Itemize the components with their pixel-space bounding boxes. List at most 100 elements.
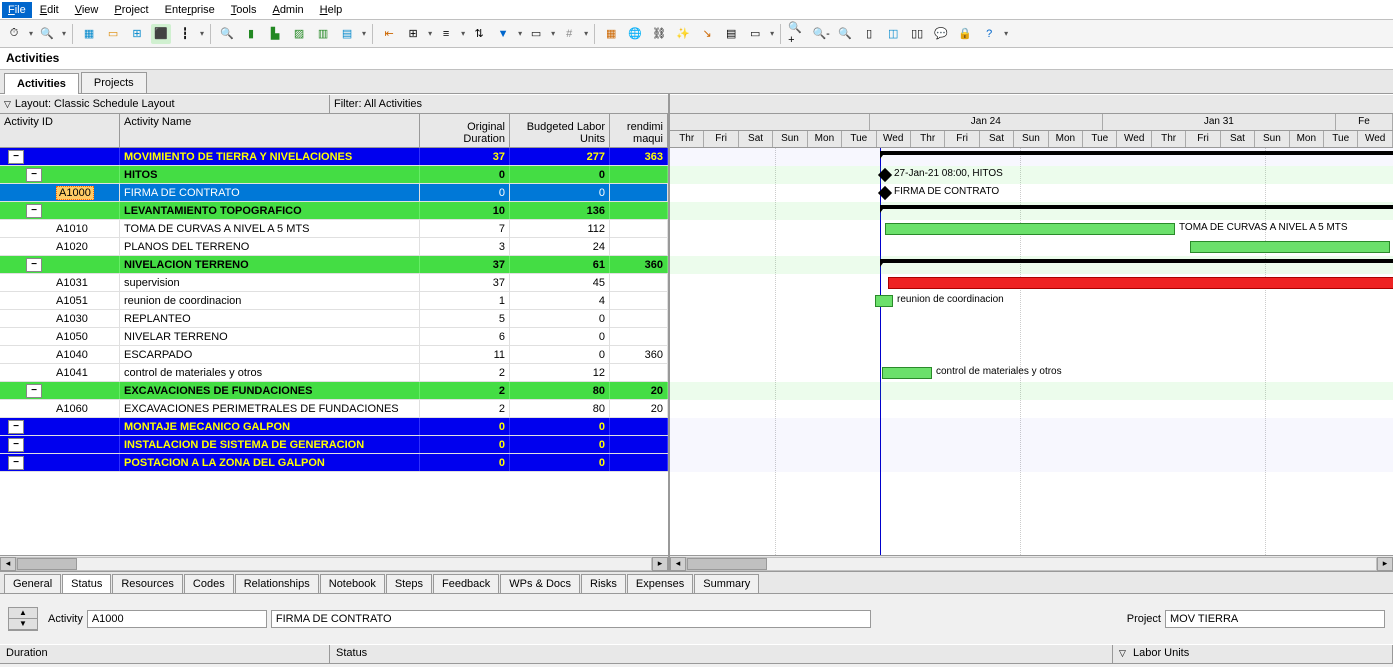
cell-name[interactable]: INSTALACION DE SISTEMA DE GENERACION	[120, 436, 420, 453]
cell-name[interactable]: HITOS	[120, 166, 420, 183]
tab-projects[interactable]: Projects	[81, 72, 147, 93]
cell-id[interactable]: −	[0, 382, 120, 399]
gantt-bar[interactable]	[882, 367, 932, 379]
table-row[interactable]: A1030REPLANTEO50	[0, 310, 668, 328]
cell-id[interactable]: −	[0, 202, 120, 219]
layout-icon[interactable]: ⬛	[151, 24, 171, 44]
magic-icon[interactable]: ✨	[673, 24, 693, 44]
gantt-bar[interactable]	[880, 259, 1393, 263]
cell-name[interactable]: MONTAJE MECANICO GALPON	[120, 418, 420, 435]
gantt-chart[interactable]: 27-Jan-21 08:00, HITOSFIRMA DE CONTRATO0…	[670, 148, 1393, 555]
cell-name[interactable]: NIVELAR TERRENO	[120, 328, 420, 345]
menu-file[interactable]: File	[2, 2, 32, 18]
cell-id[interactable]: −	[0, 454, 120, 471]
help-icon[interactable]: ?	[979, 24, 999, 44]
marks-icon[interactable]: ┇	[175, 24, 195, 44]
chart-step-icon[interactable]: ▙	[265, 24, 285, 44]
cell-id[interactable]: A1060	[0, 400, 120, 417]
globe-icon[interactable]: 🌐	[625, 24, 645, 44]
cell-id[interactable]: A1010	[0, 220, 120, 237]
table-row[interactable]: A1051reunion de coordinacion14	[0, 292, 668, 310]
collapse-icon[interactable]: −	[8, 456, 24, 470]
collapse-icon[interactable]: −	[26, 384, 42, 398]
cell-id[interactable]: A1041	[0, 364, 120, 381]
table-row[interactable]: A1020PLANOS DEL TERRENO324	[0, 238, 668, 256]
col-activity-id[interactable]: Activity ID	[0, 114, 120, 147]
gantt-bar[interactable]	[888, 277, 1393, 289]
indent-icon[interactable]: ≡	[436, 24, 456, 44]
scroll-right-icon[interactable]: ▸	[652, 557, 668, 571]
table-row[interactable]: −HITOS00	[0, 166, 668, 184]
cell-id[interactable]: A1051	[0, 292, 120, 309]
gantt-bar[interactable]	[875, 295, 893, 307]
table-row[interactable]: −POSTACION A LA ZONA DEL GALPON00	[0, 454, 668, 472]
collapse-icon[interactable]: −	[8, 438, 24, 452]
detail-tab-wps-docs[interactable]: WPs & Docs	[500, 574, 580, 593]
cell-name[interactable]: EXCAVACIONES PERIMETRALES DE FUNDACIONES	[120, 400, 420, 417]
cell-name[interactable]: ESCARPADO	[120, 346, 420, 363]
schedule-icon[interactable]: ⏱	[4, 24, 24, 44]
progress-icon[interactable]: ▭	[745, 24, 765, 44]
expand-icon[interactable]: ⊞	[403, 24, 423, 44]
cell-name[interactable]: MOVIMIENTO DE TIERRA Y NIVELACIONES	[120, 148, 420, 165]
zoom-in-icon[interactable]: 🔍+	[787, 24, 807, 44]
cell-id[interactable]: A1000	[0, 184, 120, 201]
detail-tab-status[interactable]: Status	[62, 574, 111, 593]
filter-icon[interactable]: ▼	[493, 24, 513, 44]
sort-icon[interactable]: ⇅	[469, 24, 489, 44]
scroll-right-icon[interactable]: ▸	[1377, 557, 1393, 571]
lock-icon[interactable]: 🔒	[955, 24, 975, 44]
gantt-bar[interactable]	[880, 205, 1393, 209]
menu-tools[interactable]: Tools	[223, 2, 265, 18]
detail-tab-feedback[interactable]: Feedback	[433, 574, 499, 593]
table-row[interactable]: −MONTAJE MECANICO GALPON00	[0, 418, 668, 436]
cell-id[interactable]: −	[0, 166, 120, 183]
chart-line-icon[interactable]: ▨	[289, 24, 309, 44]
menu-edit[interactable]: Edit	[32, 2, 67, 18]
filter-label[interactable]: Filter: All Activities	[330, 95, 668, 113]
dep-icon[interactable]: ↘	[697, 24, 717, 44]
menu-view[interactable]: View	[67, 2, 107, 18]
report-icon[interactable]: ▤	[337, 24, 357, 44]
search-icon[interactable]: 🔍	[37, 24, 57, 44]
cell-name[interactable]: REPLANTEO	[120, 310, 420, 327]
table-row[interactable]: −MOVIMIENTO DE TIERRA Y NIVELACIONES3727…	[0, 148, 668, 166]
cell-name[interactable]: control de materiales y otros	[120, 364, 420, 381]
detail-tab-expenses[interactable]: Expenses	[627, 574, 693, 593]
tree-icon[interactable]: ⊞	[127, 24, 147, 44]
split-icon[interactable]: ▯▯	[907, 24, 927, 44]
cell-id[interactable]: A1030	[0, 310, 120, 327]
detail-tab-notebook[interactable]: Notebook	[320, 574, 385, 593]
table-row[interactable]: A1040ESCARPADO110360	[0, 346, 668, 364]
col-duration[interactable]: Original Duration	[420, 114, 510, 147]
cell-id[interactable]: A1020	[0, 238, 120, 255]
table-row[interactable]: A1031supervision3745	[0, 274, 668, 292]
menu-help[interactable]: Help	[312, 2, 351, 18]
table-row[interactable]: −EXCAVACIONES DE FUNDACIONES28020	[0, 382, 668, 400]
activity-id-input[interactable]	[87, 610, 267, 628]
col-activity-name[interactable]: Activity Name	[120, 114, 420, 147]
h-scrollbar-left[interactable]: ◂ ▸	[0, 555, 668, 571]
timescale-header[interactable]: Jan 24Jan 31Fe ThrFriSatSunMonTueWedThrF…	[670, 114, 1393, 148]
spin-down-icon[interactable]: ▼	[9, 619, 37, 630]
zoom-page-icon[interactable]: 🔍	[835, 24, 855, 44]
detail-tab-codes[interactable]: Codes	[184, 574, 234, 593]
table-row[interactable]: A1050NIVELAR TERRENO60	[0, 328, 668, 346]
spin-up-icon[interactable]: ▲	[9, 608, 37, 619]
collapse-icon[interactable]: −	[8, 420, 24, 434]
record-spinner[interactable]: ▲▼	[8, 607, 38, 631]
cell-name[interactable]: EXCAVACIONES DE FUNDACIONES	[120, 382, 420, 399]
detail-tab-resources[interactable]: Resources	[112, 574, 183, 593]
cell-name[interactable]: POSTACION A LA ZONA DEL GALPON	[120, 454, 420, 471]
page-icon[interactable]: ▯	[859, 24, 879, 44]
cell-id[interactable]: A1050	[0, 328, 120, 345]
col-labor[interactable]: Budgeted Labor Units	[510, 114, 610, 147]
gantt-bar[interactable]	[880, 151, 1393, 155]
collapse-icon[interactable]: −	[26, 258, 42, 272]
cell-name[interactable]: NIVELACION TERRENO	[120, 256, 420, 273]
activity-name-input[interactable]	[271, 610, 871, 628]
layout-selector[interactable]: ▽Layout: Classic Schedule Layout	[0, 95, 330, 113]
cell-name[interactable]: TOMA DE CURVAS A NIVEL A 5 MTS	[120, 220, 420, 237]
cell-name[interactable]: LEVANTAMIENTO TOPOGRAFICO	[120, 202, 420, 219]
cell-id[interactable]: A1031	[0, 274, 120, 291]
